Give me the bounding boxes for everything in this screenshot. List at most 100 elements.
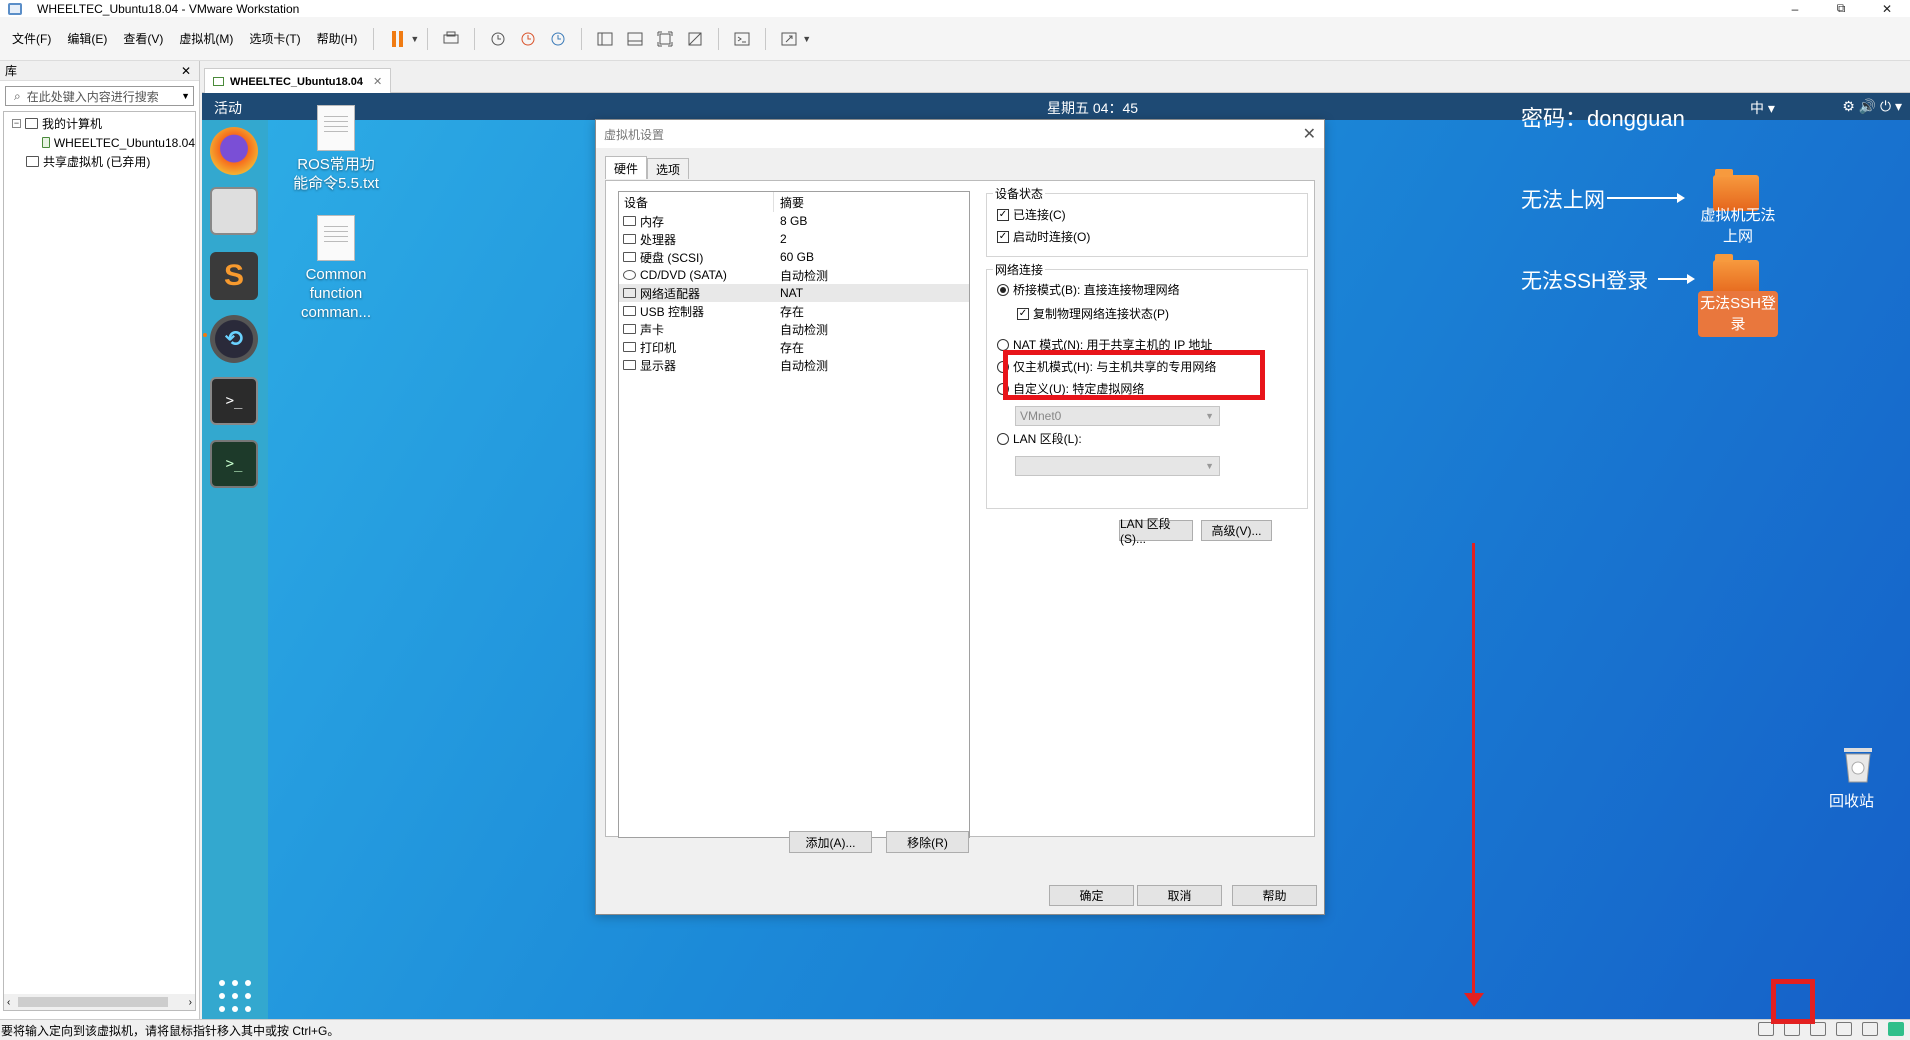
remove-device-button[interactable]: 移除(R): [886, 831, 969, 853]
close-window-button[interactable]: ✕: [1864, 0, 1910, 17]
app-icon[interactable]: ⟲: [210, 315, 258, 363]
terminal-icon[interactable]: >_: [210, 377, 258, 425]
chevron-down-icon[interactable]: ▼: [1205, 411, 1214, 421]
bridged-radio[interactable]: 桥接模式(B): 直接连接物理网络: [997, 281, 1180, 298]
device-row[interactable]: 处理器 2: [619, 230, 969, 248]
menu-vm[interactable]: 虚拟机(M): [171, 30, 241, 47]
snapshot-manager-icon[interactable]: [546, 27, 570, 51]
firefox-icon[interactable]: [210, 127, 258, 175]
device-summary: 60 GB: [780, 250, 815, 264]
pause-icon[interactable]: [385, 27, 409, 51]
input-method-indicator[interactable]: 中 ▾: [1750, 98, 1775, 118]
device-row[interactable]: USB 控制器 存在: [619, 302, 969, 320]
device-summary: 2: [780, 232, 787, 246]
menu-edit[interactable]: 编辑(E): [59, 30, 115, 47]
network-status-icon[interactable]: [1784, 1022, 1800, 1036]
processor-icon: [623, 234, 636, 244]
close-library-icon[interactable]: ✕: [181, 64, 191, 78]
tree-item-vm[interactable]: WHEELTEC_Ubuntu18.04: [4, 133, 195, 152]
scroll-right-icon[interactable]: ›: [189, 997, 192, 1008]
radio-icon[interactable]: [997, 338, 1009, 351]
full-screen-icon[interactable]: [653, 27, 677, 51]
device-row[interactable]: CD/DVD (SATA) 自动检测: [619, 266, 969, 284]
show-library-icon[interactable]: [593, 27, 617, 51]
advanced-button[interactable]: 高级(V)...: [1201, 520, 1272, 541]
send-ctrl-alt-del-icon[interactable]: [439, 27, 463, 51]
chevron-down-icon[interactable]: ▼: [802, 34, 811, 44]
device-row[interactable]: 显示器 自动检测: [619, 356, 969, 374]
ok-button[interactable]: 确定: [1049, 885, 1134, 906]
radio-selected-icon[interactable]: [997, 283, 1009, 296]
thumbnail-bar-icon[interactable]: [623, 27, 647, 51]
annotation-arrowhead: [1464, 993, 1484, 1007]
trash-icon[interactable]: [1836, 742, 1880, 786]
restore-button[interactable]: ⧉: [1818, 0, 1864, 17]
folder-label[interactable]: 虚拟机无法上网: [1698, 205, 1778, 247]
usb-status-icon[interactable]: [1810, 1022, 1826, 1036]
vmnet-select[interactable]: VMnet0 ▼: [1015, 406, 1220, 426]
checkbox-checked-icon[interactable]: ✓: [997, 208, 1009, 221]
stretch-guest-icon[interactable]: [777, 27, 801, 51]
menu-file[interactable]: 文件(F): [4, 30, 59, 47]
collapse-icon[interactable]: −: [12, 119, 21, 128]
files-icon[interactable]: [210, 187, 258, 235]
display-status-icon[interactable]: [1862, 1022, 1878, 1036]
annotation-arrow: [1472, 543, 1475, 1003]
snapshot-icon[interactable]: [486, 27, 510, 51]
unity-icon[interactable]: [683, 27, 707, 51]
add-device-button[interactable]: 添加(A)...: [789, 831, 872, 853]
activities-button[interactable]: 活动: [214, 98, 242, 118]
device-row[interactable]: 内存 8 GB: [619, 212, 969, 230]
show-applications-icon[interactable]: [219, 980, 251, 1012]
cancel-button[interactable]: 取消: [1137, 885, 1222, 906]
device-row[interactable]: 声卡 自动检测: [619, 320, 969, 338]
checkbox-checked-icon[interactable]: ✓: [1017, 307, 1029, 320]
toolbar-separator: [427, 27, 429, 50]
tab-options[interactable]: 选项: [647, 158, 690, 179]
sublime-text-icon[interactable]: S: [210, 252, 258, 300]
close-tab-icon[interactable]: ✕: [373, 75, 382, 88]
device-row[interactable]: 打印机 存在: [619, 338, 969, 356]
help-button[interactable]: 帮助: [1232, 885, 1317, 906]
tab-hardware[interactable]: 硬件: [605, 156, 648, 179]
terminal-icon[interactable]: >_: [210, 440, 258, 488]
message-log-icon[interactable]: [1888, 1022, 1904, 1036]
tree-label: WHEELTEC_Ubuntu18.04: [53, 135, 195, 150]
hard-disk-icon: [623, 252, 636, 262]
menu-tabs[interactable]: 选项卡(T): [241, 30, 308, 47]
console-view-icon[interactable]: [730, 27, 754, 51]
folder-label[interactable]: 无法SSH登录: [1698, 291, 1778, 337]
system-menu[interactable]: ⚙ 🔊 ⏻ ▾: [1842, 98, 1902, 115]
chevron-down-icon[interactable]: ▼: [181, 91, 190, 101]
menu-help[interactable]: 帮助(H): [309, 30, 366, 47]
clock[interactable]: 星期五 04：45: [1047, 98, 1138, 118]
scrollbar-thumb[interactable]: [18, 997, 168, 1007]
chevron-down-icon[interactable]: ▼: [1205, 461, 1214, 471]
chevron-down-icon[interactable]: ▼: [410, 34, 419, 44]
close-dialog-icon[interactable]: ✕: [1303, 124, 1316, 144]
tree-item-shared[interactable]: 共享虚拟机 (已弃用): [4, 152, 195, 171]
horizontal-scrollbar[interactable]: ‹ ›: [4, 994, 195, 1010]
connected-checkbox[interactable]: ✓ 已连接(C): [997, 206, 1066, 223]
tree-item-my-computer[interactable]: − 我的计算机: [4, 114, 195, 133]
checkbox-checked-icon[interactable]: ✓: [997, 230, 1009, 243]
toolbar-separator: [373, 27, 375, 50]
minimize-button[interactable]: –: [1772, 0, 1818, 17]
lan-segment-select[interactable]: ▼: [1015, 456, 1220, 476]
lan-segment-button[interactable]: LAN 区段(S)...: [1119, 517, 1193, 546]
library-search-input[interactable]: ⌕ 在此处键入内容进行搜索 ▼: [5, 86, 194, 106]
revert-snapshot-icon[interactable]: [516, 27, 540, 51]
lan-segment-radio[interactable]: LAN 区段(L):: [997, 430, 1082, 447]
radio-icon[interactable]: [997, 432, 1009, 445]
device-row[interactable]: 硬盘 (SCSI) 60 GB: [619, 248, 969, 266]
menu-view[interactable]: 查看(V): [115, 30, 171, 47]
sound-status-icon[interactable]: [1836, 1022, 1852, 1036]
tab-vm[interactable]: WHEELTEC_Ubuntu18.04 ✕: [204, 68, 392, 94]
hard-disk-status-icon[interactable]: [1758, 1022, 1774, 1036]
connect-on-power-checkbox[interactable]: ✓ 启动时连接(O): [997, 228, 1090, 245]
desktop-file-common[interactable]: Common function comman...: [293, 215, 379, 322]
device-row-network-adapter[interactable]: 网络适配器 NAT: [619, 284, 969, 302]
scroll-left-icon[interactable]: ‹: [7, 997, 10, 1008]
replicate-state-checkbox[interactable]: ✓ 复制物理网络连接状态(P): [1017, 305, 1169, 322]
desktop-file-ros[interactable]: ROS常用功能命令5.5.txt: [293, 105, 379, 193]
